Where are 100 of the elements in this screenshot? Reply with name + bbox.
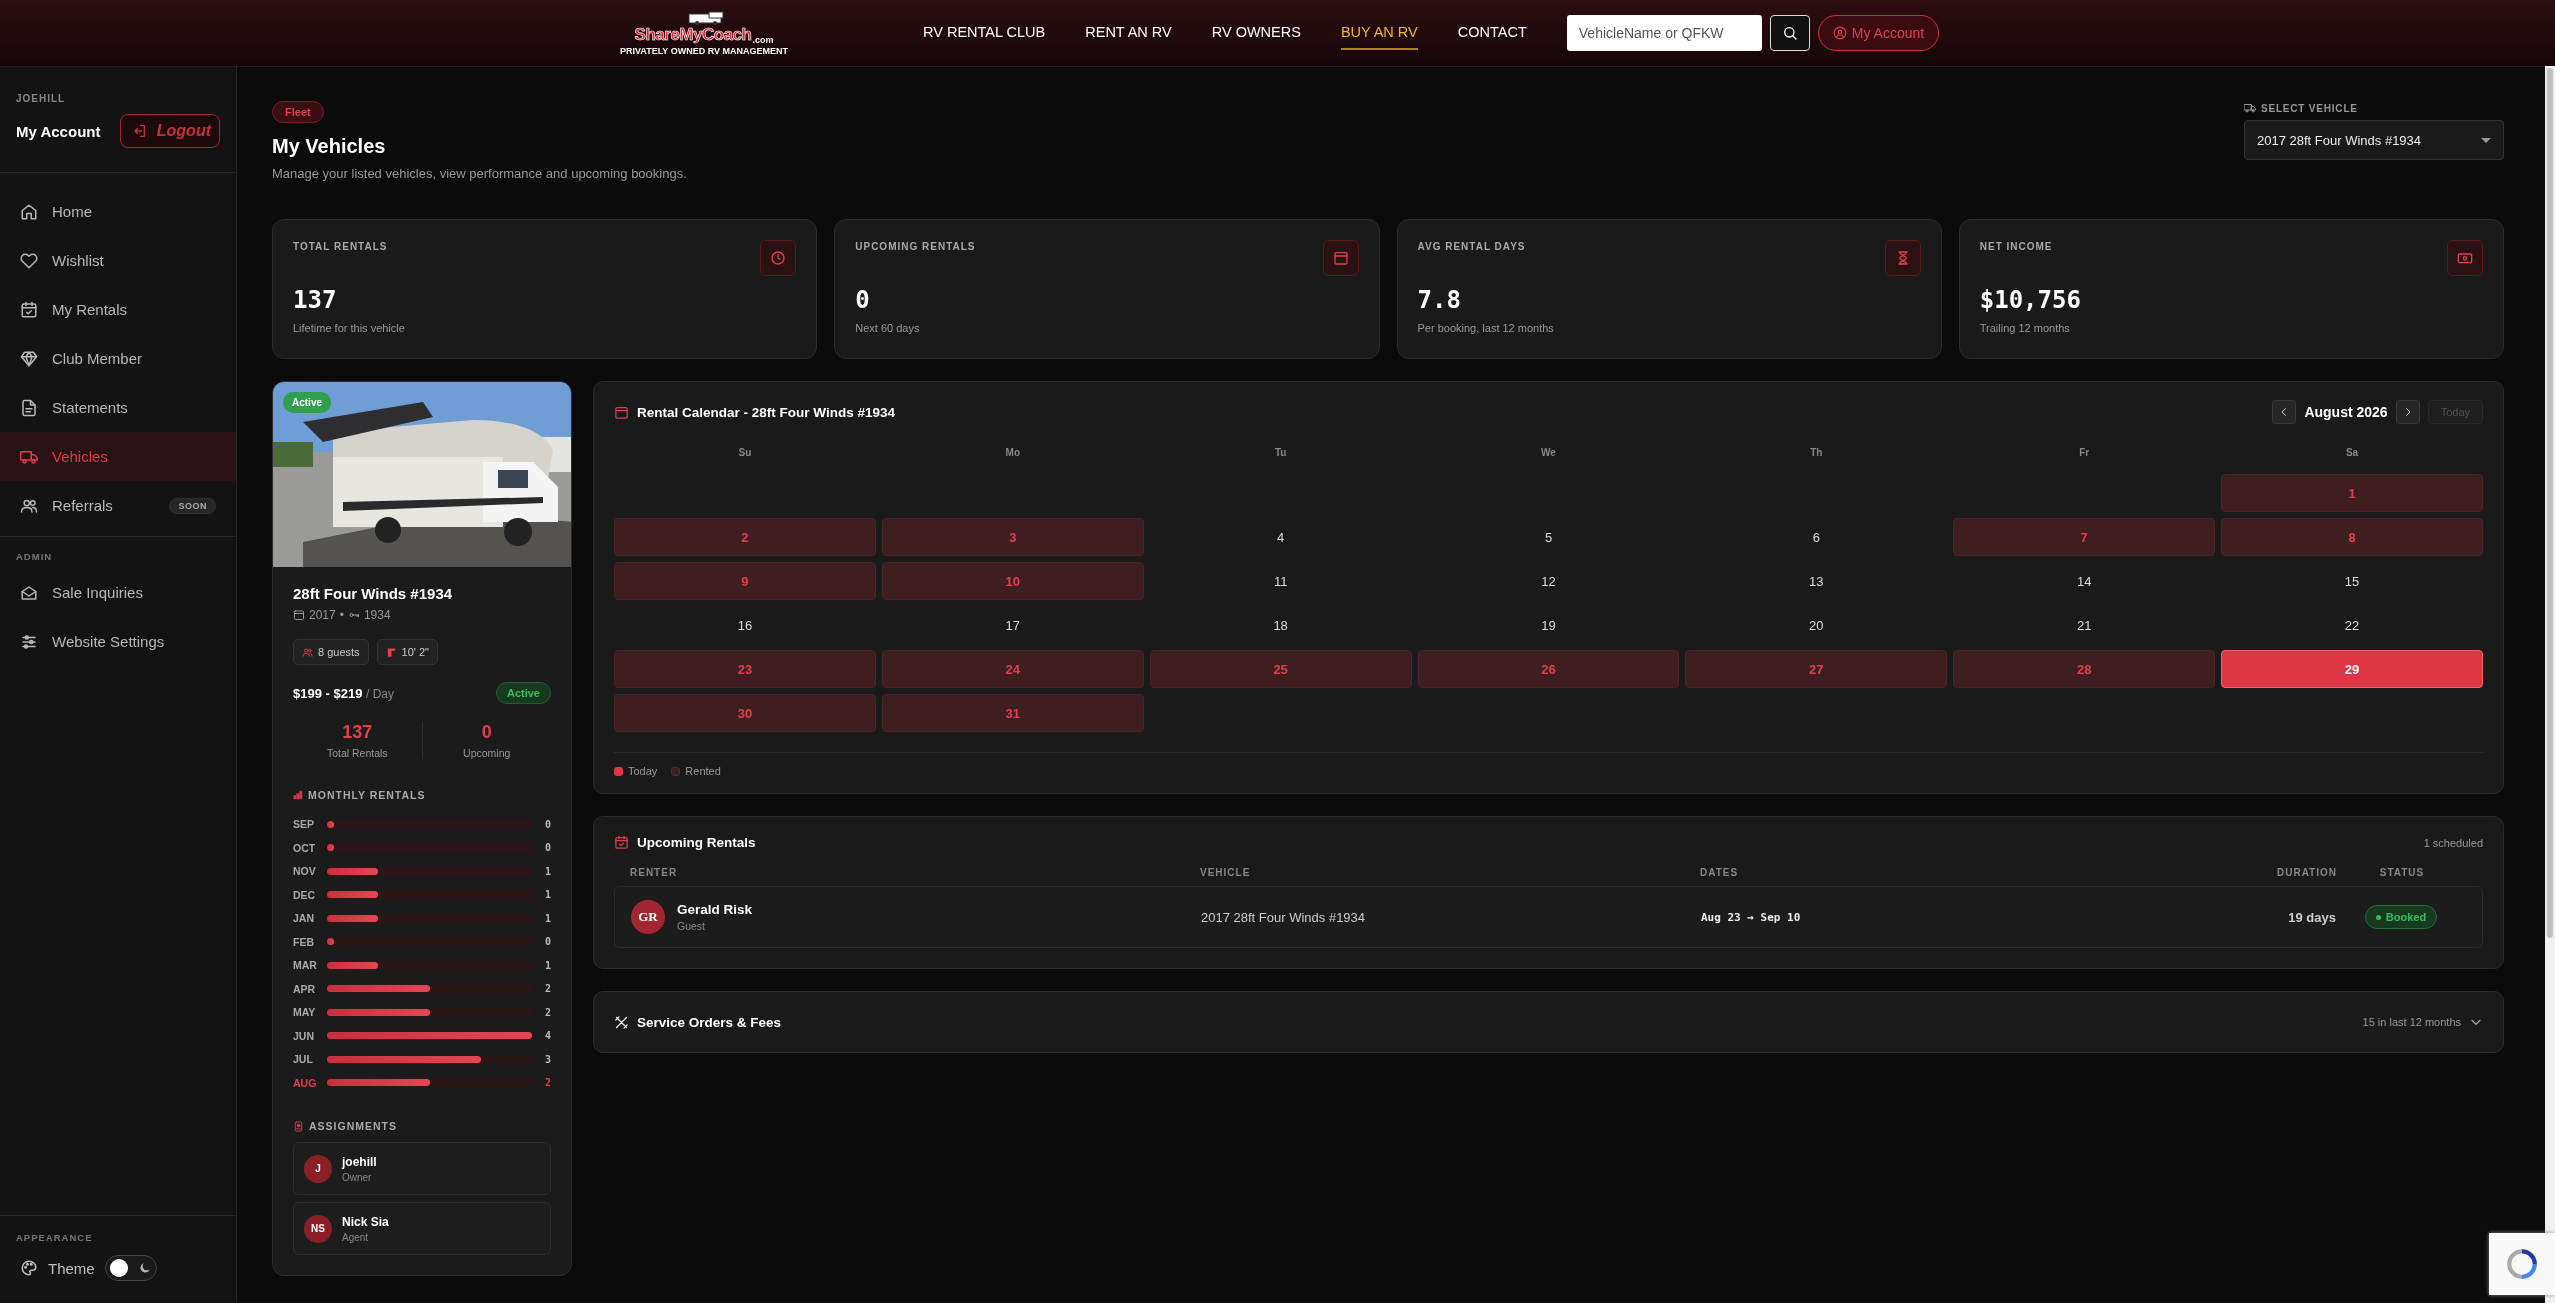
theme-toggle[interactable] [104, 1255, 157, 1281]
price-range: $199 - $219 / Day [293, 685, 395, 701]
avatar: GR [631, 900, 665, 934]
nav-link[interactable]: RV OWNERS [1211, 16, 1301, 50]
person-role: Agent [342, 1231, 370, 1243]
calendar-title: Rental Calendar - 28ft Four Winds #1934 [637, 404, 895, 420]
calendar-day[interactable]: 10 [881, 562, 1144, 600]
calendar-day[interactable]: 7 [1953, 518, 2216, 556]
calendar-day[interactable]: 4 [1149, 518, 1412, 556]
renter-name: Gerald Risk [677, 902, 753, 917]
calendar-day[interactable]: 1 [2221, 474, 2483, 512]
month-count: 0 [543, 936, 551, 948]
vehicle-select[interactable]: 2017 28ft Four Winds #1934 [2244, 120, 2504, 160]
weekday-label: Tu [1273, 446, 1288, 460]
calendar-day[interactable]: 30 [614, 694, 876, 732]
rental-row[interactable]: GR Gerald Risk Guest 2017 28ft Four Winds #1934 Aug 23 → Sep 10 19 days Booked [614, 886, 2483, 948]
calendar-day[interactable]: 29 [2221, 650, 2483, 688]
calendar-day[interactable]: 28 [1953, 650, 2216, 688]
calendar-day[interactable]: 24 [881, 650, 1144, 688]
count-value: 137 [342, 722, 373, 743]
month-label: MAR [293, 959, 318, 972]
calendar-day[interactable]: 25 [1149, 650, 1412, 688]
person-name: joehill [342, 1154, 377, 1169]
sidebar-item[interactable]: Home [0, 187, 236, 236]
stat-note: Next 60 days [855, 322, 921, 334]
calendar-day[interactable]: 20 [1685, 606, 1948, 644]
page-subtitle: Manage your listed vehicles, view performance and upcoming bookings. [272, 166, 687, 181]
calendar-day[interactable]: 6 [1685, 518, 1948, 556]
calendar-day[interactable]: 17 [881, 606, 1144, 644]
sidebar-item[interactable]: Sale Inquiries [0, 568, 236, 617]
soon-badge: SOON [169, 497, 216, 514]
stat-label: TOTAL RENTALS [293, 241, 389, 252]
theme-label: Theme [48, 1259, 95, 1277]
sidebar-item[interactable]: Referrals SOON [0, 481, 236, 530]
calendar-day[interactable]: 18 [1149, 606, 1412, 644]
stat-value: 137 [293, 286, 338, 314]
calendar-day[interactable]: 13 [1685, 562, 1948, 600]
sidebar-item[interactable]: Statements [0, 383, 236, 432]
spec-chip: 10' 2" [376, 639, 438, 665]
nav-link[interactable]: BUY AN RV [1340, 16, 1418, 50]
calendar-day[interactable]: 11 [1149, 562, 1412, 600]
month-label: JUL [293, 1053, 314, 1066]
count-label: Upcoming [463, 747, 511, 759]
account-button[interactable]: My Account [1817, 15, 1940, 51]
service-summary: 15 in last 12 months [2362, 1016, 2461, 1028]
month-count: 1 [543, 865, 551, 877]
calendar-day[interactable]: 16 [614, 606, 876, 644]
select-label: SELECT VEHICLE [2261, 102, 2358, 114]
stat-label: AVG RENTAL DAYS [1417, 241, 1527, 252]
column-header: DURATION [2275, 866, 2337, 878]
month-label: FEB [293, 935, 315, 948]
stat-value: $10,756 [1979, 286, 2082, 314]
section-title: Service Orders & Fees [637, 1014, 782, 1030]
sidebar-item[interactable]: Club Member [0, 334, 236, 383]
calendar-day[interactable]: 9 [614, 562, 876, 600]
nav-link[interactable]: CONTACT [1457, 16, 1527, 50]
count-value: 0 [481, 722, 492, 743]
fleet-badge: Fleet [272, 101, 324, 123]
calendar-day[interactable]: 8 [2221, 518, 2483, 556]
stat-label: NET INCOME [1979, 241, 2054, 252]
vehicle-name: 28ft Four Winds #1934 [293, 585, 454, 602]
calendar-day[interactable]: 3 [881, 518, 1144, 556]
sidebar-item[interactable]: Vehicles [0, 432, 236, 481]
person-role: Owner [342, 1171, 373, 1183]
calendar-day[interactable]: 15 [2221, 562, 2483, 600]
spec-chip: 8 guests [293, 639, 369, 665]
calendar-day[interactable]: 14 [1953, 562, 2216, 600]
bar-chart-icon [293, 790, 303, 800]
column-header: STATUS [2378, 866, 2426, 878]
calendar-day[interactable]: 2 [614, 518, 876, 556]
home-icon [20, 202, 38, 221]
column-header: VEHICLE [1200, 866, 1252, 878]
calendar-day[interactable]: 31 [881, 694, 1144, 732]
logout-button[interactable]: Logout [119, 114, 220, 148]
month-count: 1 [543, 959, 551, 971]
calendar-day[interactable]: 19 [1417, 606, 1680, 644]
calendar-day[interactable]: 27 [1685, 650, 1948, 688]
nav-link[interactable]: RV RENTAL CLUB [923, 16, 1046, 50]
id-badge-icon [293, 1120, 304, 1132]
calendar-check-icon [614, 835, 629, 850]
envelope-icon [20, 583, 38, 602]
search-button[interactable] [1769, 15, 1810, 51]
sidebar-item[interactable]: My Rentals [0, 285, 236, 334]
calendar-day[interactable]: 5 [1417, 518, 1680, 556]
search-field[interactable]: VehicleName or QFKW [1566, 15, 1762, 51]
vehicle-cell-text: 2017 28ft Four Winds #1934 [1201, 909, 1367, 925]
sliders-icon [20, 632, 38, 651]
calendar-day[interactable]: 22 [2221, 606, 2483, 644]
user-name: JOEHILL [16, 93, 67, 104]
calendar-day[interactable]: 21 [1953, 606, 2216, 644]
column-header: DATES [1700, 866, 1740, 878]
calendar-day[interactable]: 26 [1417, 650, 1680, 688]
section-title: ADMIN [15, 551, 54, 564]
users-icon [302, 646, 313, 658]
sidebar-item[interactable]: Website Settings [0, 617, 236, 666]
month-count: 2 [543, 1006, 551, 1018]
sidebar-item[interactable]: Wishlist [0, 236, 236, 285]
calendar-day[interactable]: 12 [1417, 562, 1680, 600]
nav-link[interactable]: RENT AN RV [1085, 16, 1172, 50]
calendar-day[interactable]: 23 [614, 650, 876, 688]
